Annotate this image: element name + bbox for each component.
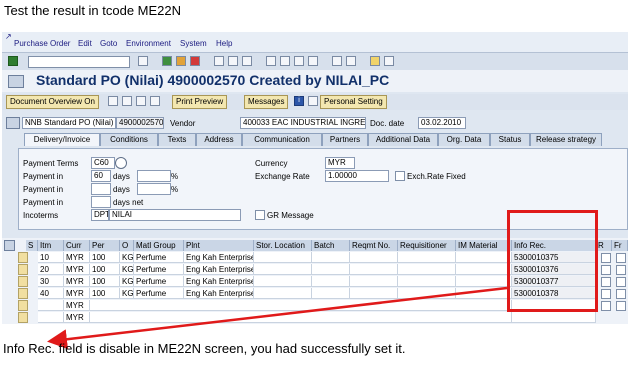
annotation-arrow <box>47 286 508 350</box>
result-note: Info Rec. field is disable in ME22N scre… <box>3 341 406 356</box>
